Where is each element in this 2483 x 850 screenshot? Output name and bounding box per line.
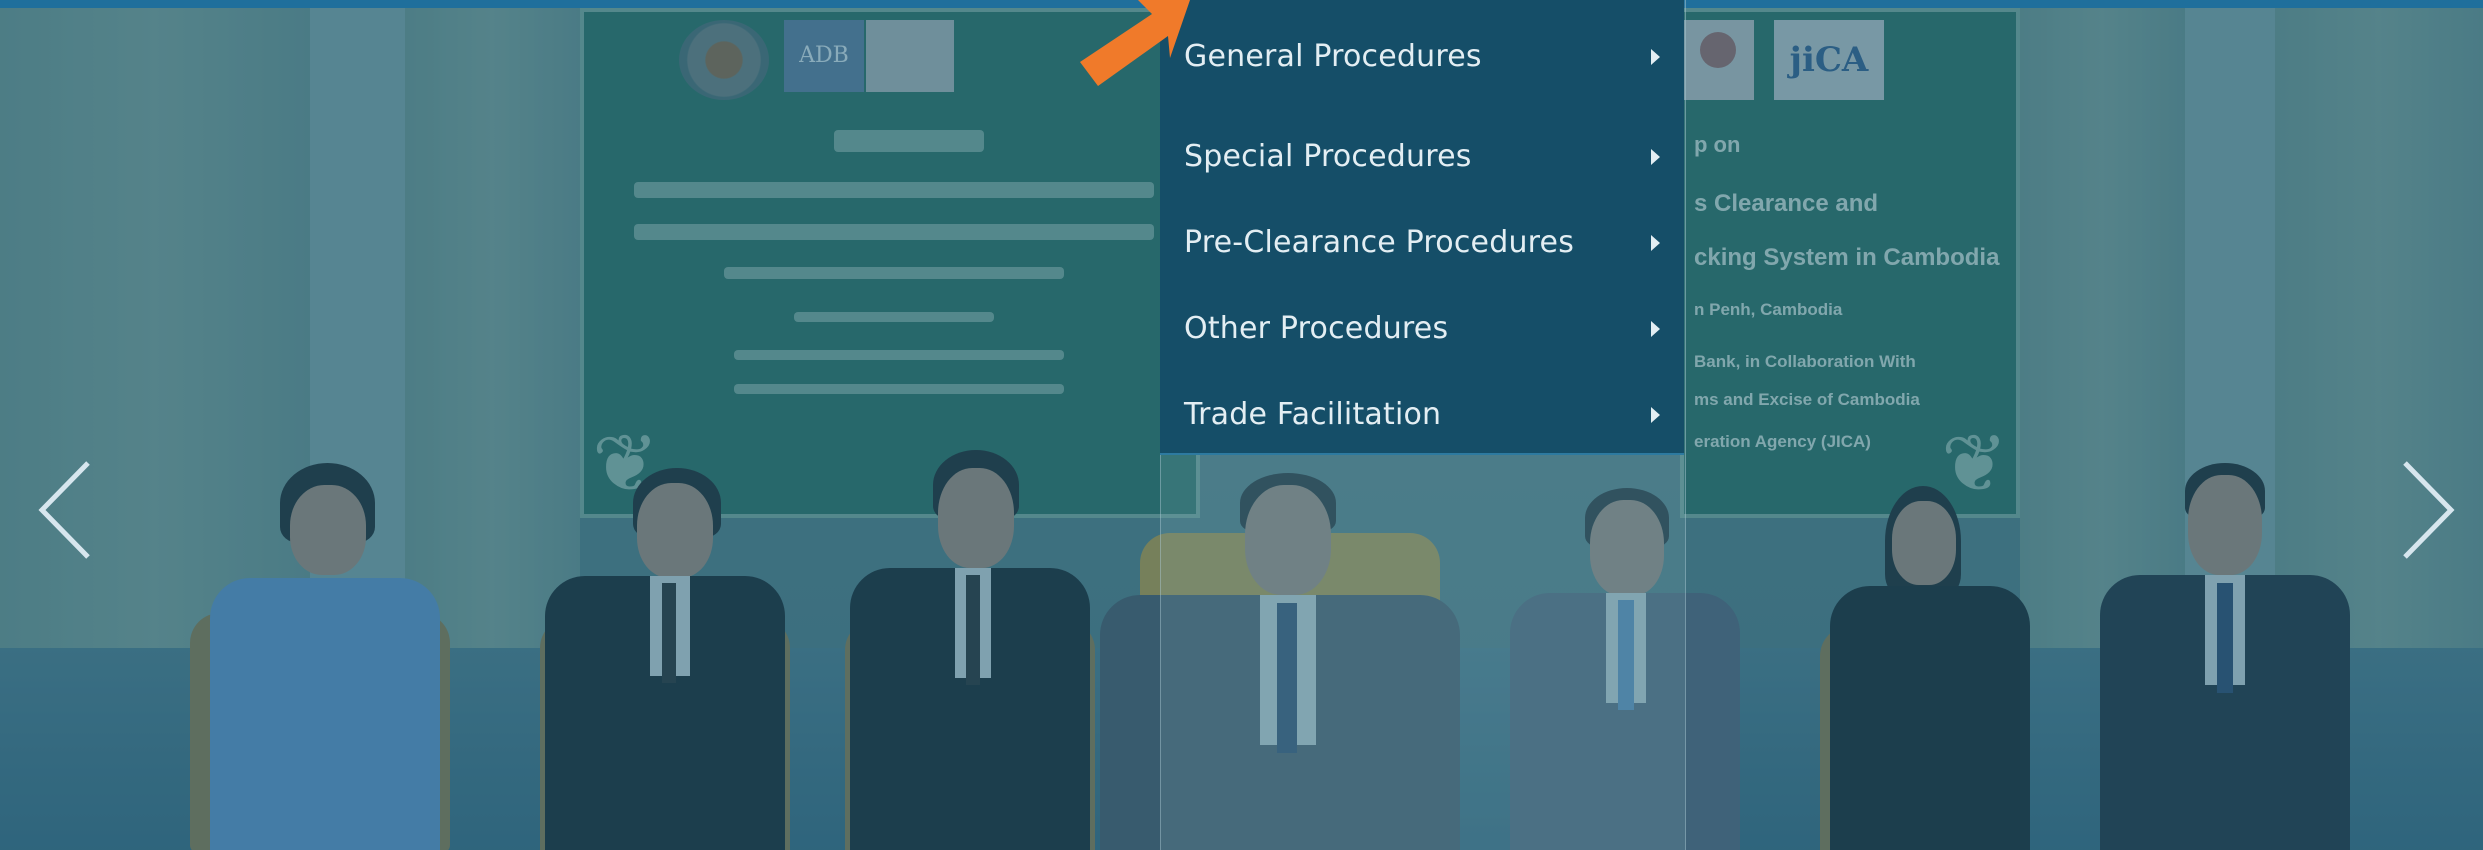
- slider-next-button[interactable]: [2393, 455, 2463, 565]
- dropdown-menu-list: General Procedures Special Procedures Pr…: [1160, 0, 1684, 458]
- slider-prev-button[interactable]: [30, 455, 100, 565]
- menu-item-general-procedures[interactable]: General Procedures: [1160, 0, 1684, 114]
- caret-right-icon: [1651, 149, 1660, 165]
- menu-item-trade-facilitation[interactable]: Trade Facilitation: [1160, 372, 1684, 458]
- menu-item-label: Trade Facilitation: [1184, 397, 1442, 432]
- caret-right-icon: [1651, 49, 1660, 65]
- caret-right-icon: [1651, 235, 1660, 251]
- menu-item-special-procedures[interactable]: Special Procedures: [1160, 114, 1684, 200]
- chevron-left-icon: [38, 461, 90, 559]
- chevron-right-icon: [2403, 461, 2455, 559]
- arrow-pointer-icon: [1040, 0, 1190, 100]
- menu-item-pre-clearance-procedures[interactable]: Pre-Clearance Procedures: [1160, 200, 1684, 286]
- menu-item-label: Pre-Clearance Procedures: [1184, 225, 1575, 260]
- menu-item-label: Special Procedures: [1184, 139, 1472, 174]
- menu-item-label: Other Procedures: [1184, 311, 1449, 346]
- menu-item-other-procedures[interactable]: Other Procedures: [1160, 286, 1684, 372]
- caret-right-icon: [1651, 321, 1660, 337]
- caret-right-icon: [1651, 407, 1660, 423]
- menu-item-label: General Procedures: [1184, 39, 1482, 74]
- procedures-dropdown-menu: General Procedures Special Procedures Pr…: [1160, 0, 1684, 455]
